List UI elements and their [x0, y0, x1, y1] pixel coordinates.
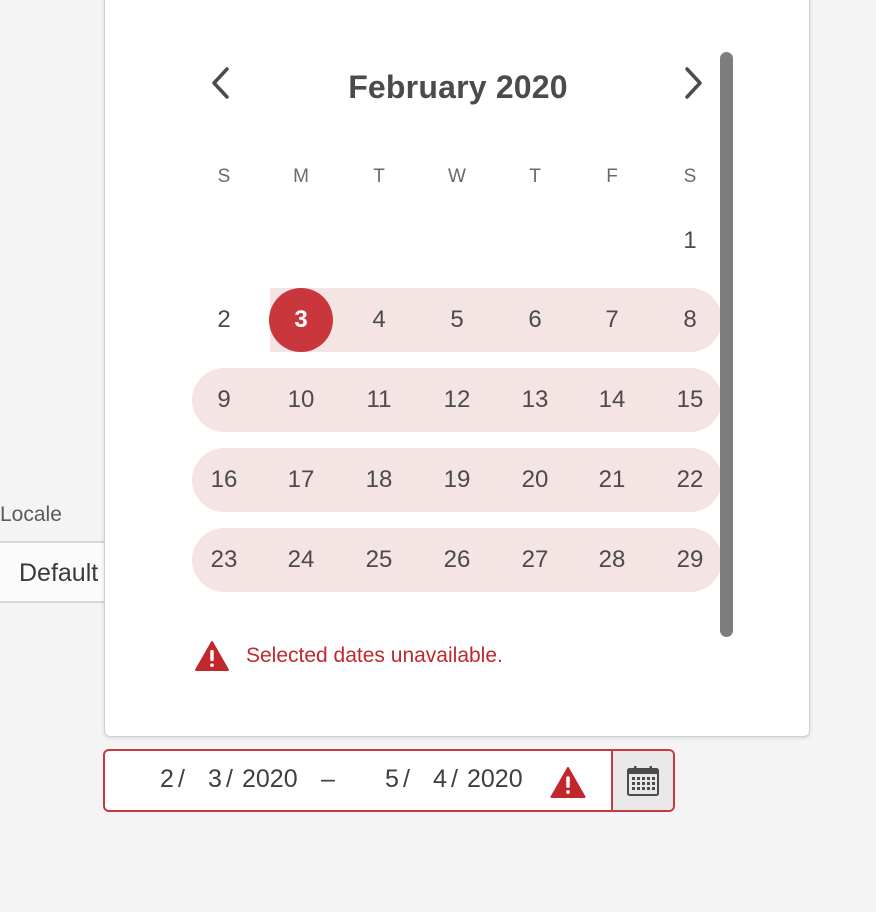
weekday-tue: T — [373, 166, 385, 187]
end-year-segment[interactable]: 2020 — [467, 765, 523, 794]
alert-triangle-icon — [550, 767, 586, 798]
day-cell[interactable]: 19 — [425, 448, 489, 512]
day-cell[interactable]: 24 — [269, 528, 333, 592]
weekday-mon: M — [293, 166, 309, 187]
date-separator: / — [178, 765, 185, 793]
calendar-icon — [627, 765, 659, 796]
day-cell[interactable]: 18 — [347, 448, 411, 512]
weekday-thu: T — [529, 166, 541, 187]
day-cell[interactable]: 20 — [503, 448, 567, 512]
day-cell[interactable]: 15 — [658, 368, 722, 432]
start-month-segment[interactable]: 2 — [160, 765, 174, 794]
day-cell[interactable]: 22 — [658, 448, 722, 512]
range-separator: – — [321, 765, 335, 793]
day-cell[interactable]: 29 — [658, 528, 722, 592]
day-cell[interactable]: 1 — [658, 209, 722, 273]
day-cell[interactable]: 27 — [503, 528, 567, 592]
day-cell[interactable]: 21 — [580, 448, 644, 512]
day-cell[interactable]: 4 — [347, 288, 411, 352]
calendar-button[interactable] — [611, 751, 673, 810]
range-highlight-week-1 — [270, 288, 722, 352]
end-month-segment[interactable]: 5 — [385, 765, 399, 794]
day-cell[interactable]: 13 — [503, 368, 567, 432]
chevron-right-icon — [685, 67, 702, 99]
day-cell[interactable]: 9 — [192, 368, 256, 432]
weekday-fri: F — [606, 166, 618, 187]
weekday-sun: S — [217, 166, 231, 187]
date-separator: / — [451, 765, 458, 793]
date-separator: / — [226, 765, 233, 793]
scrollbar-thumb[interactable] — [720, 52, 733, 637]
day-cell-selected[interactable]: 3 — [269, 288, 333, 352]
start-year-segment[interactable]: 2020 — [242, 765, 298, 794]
locale-label: Locale — [0, 503, 62, 526]
end-day-segment[interactable]: 4 — [433, 765, 447, 794]
date-range-field: 2 / 3 / 2020 – 5 / 4 / 2020 — [103, 749, 675, 812]
day-cell[interactable]: 25 — [347, 528, 411, 592]
day-cell[interactable]: 7 — [580, 288, 644, 352]
day-cell[interactable]: 17 — [269, 448, 333, 512]
locale-picker-value: Default — [19, 559, 99, 587]
day-cell[interactable]: 12 — [425, 368, 489, 432]
weekday-sat: S — [683, 166, 697, 187]
date-separator: / — [403, 765, 410, 793]
day-cell[interactable]: 16 — [192, 448, 256, 512]
day-cell[interactable]: 26 — [425, 528, 489, 592]
day-cell[interactable]: 14 — [580, 368, 644, 432]
day-cell[interactable]: 28 — [580, 528, 644, 592]
day-cell[interactable]: 8 — [658, 288, 722, 352]
day-cell[interactable]: 10 — [269, 368, 333, 432]
error-text: Selected dates unavailable. — [246, 644, 503, 667]
error-message: Selected dates unavailable. — [194, 640, 503, 672]
day-cell[interactable]: 11 — [347, 368, 411, 432]
calendar-popover: February 2020 S M T W T F S 1 2 3 4 5 6 … — [104, 0, 810, 737]
day-cell[interactable]: 23 — [192, 528, 256, 592]
day-cell[interactable]: 2 — [192, 288, 256, 352]
alert-triangle-icon — [195, 641, 229, 671]
weekday-wed: W — [448, 166, 466, 187]
start-day-segment[interactable]: 3 — [208, 765, 222, 794]
day-cell[interactable]: 6 — [503, 288, 567, 352]
day-cell[interactable]: 5 — [425, 288, 489, 352]
next-month-button[interactable] — [677, 63, 709, 103]
